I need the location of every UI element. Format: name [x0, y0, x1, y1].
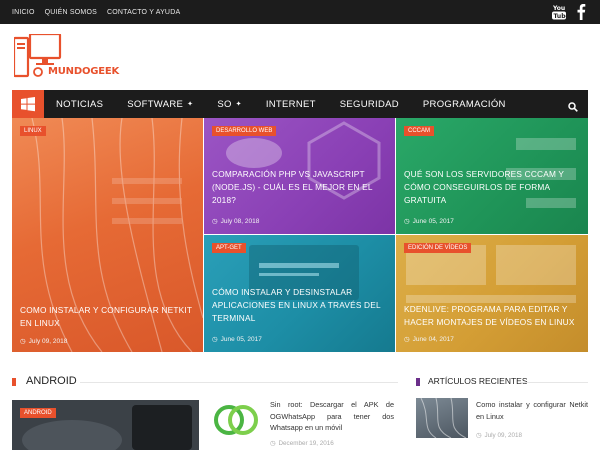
post-date: ◷ December 19, 2016	[270, 440, 334, 447]
post-title[interactable]: CÓMO INSTALAR Y DESINSTALAR APLICACIONES…	[212, 286, 387, 325]
nav-item-programacion[interactable]: PROGRAMACIÓN	[411, 90, 518, 118]
android-featured-post[interactable]: ANDROID	[12, 400, 199, 450]
recent-section-rule	[520, 382, 588, 383]
category-badge[interactable]: CCCAM	[404, 126, 434, 136]
nav-item-internet[interactable]: INTERNET	[254, 90, 328, 118]
facebook-icon[interactable]	[576, 3, 586, 20]
top-bar: INICIO QUIÉN SOMOS CONTACTO Y AYUDA You …	[0, 0, 600, 24]
clock-icon: ◷	[212, 336, 218, 343]
category-badge[interactable]: APT-GET	[212, 243, 246, 253]
youtube-icon[interactable]: You Tube	[552, 3, 566, 20]
featured-post-kdenlive[interactable]: EDICIÓN DE VÍDEOS KDENLIVE: PROGRAMA PAR…	[396, 235, 588, 352]
logo-text: MUNDOGEEK	[48, 66, 120, 77]
category-badge[interactable]: DESARROLLO WEB	[212, 126, 277, 136]
clock-icon: ◷	[212, 218, 218, 225]
android-section-title[interactable]: ANDROID	[26, 375, 77, 387]
featured-post-apt-get[interactable]: APT-GET CÓMO INSTALAR Y DESINSTALAR APLI…	[204, 235, 395, 352]
post-date: ◷ July 08, 2018	[212, 217, 260, 226]
featured-post-php-vs-js[interactable]: DESARROLLO WEB COMPARACIÓN PHP VS JAVASC…	[204, 118, 395, 234]
top-link-quien-somos[interactable]: QUIÉN SOMOS	[45, 9, 97, 16]
clock-icon: ◷	[270, 440, 276, 447]
featured-post-cccam[interactable]: CCCAM QUÉ SON LOS SERVIDORES CCCAM Y CÓM…	[396, 118, 588, 234]
nav-item-seguridad[interactable]: SEGURIDAD	[328, 90, 411, 118]
home-button[interactable]	[12, 90, 44, 118]
post-date: ◷ June 05, 2017	[212, 335, 262, 344]
main-nav: NOTICIAS SOFTWARE ✦ SO ✦ INTERNET SEGURIDA…	[12, 90, 588, 118]
top-links: INICIO QUIÉN SOMOS CONTACTO Y AYUDA	[12, 0, 180, 24]
post-date: ◷ July 09, 2018	[20, 337, 68, 346]
post-title[interactable]: COMPARACIÓN PHP VS JAVASCRIPT (NODE.JS) …	[212, 168, 387, 207]
post-title[interactable]: Sin root: Descargar el APK de OGWhatsApp…	[270, 399, 394, 434]
post-date: ◷ June 05, 2017	[404, 217, 454, 226]
top-link-inicio[interactable]: INICIO	[12, 9, 35, 16]
site-logo[interactable]: MUNDOGEEK	[12, 32, 124, 84]
clock-icon: ◷	[404, 218, 410, 225]
category-badge[interactable]: EDICIÓN DE VÍDEOS	[404, 243, 472, 253]
ogwhatsapp-thumbnail[interactable]	[209, 400, 263, 440]
android-section-marker	[12, 378, 16, 386]
featured-post-netkit[interactable]: LINUX COMO INSTALAR Y CONFIGURAR NETKIT …	[12, 118, 203, 352]
post-title[interactable]: COMO INSTALAR Y CONFIGURAR NETKIT EN LIN…	[20, 304, 195, 330]
post-title[interactable]: QUÉ SON LOS SERVIDORES CCCAM Y CÓMO CONS…	[404, 168, 580, 207]
clock-icon: ◷	[20, 338, 26, 345]
post-title[interactable]: KDENLIVE: PROGRAMA PARA EDITAR Y HACER M…	[404, 303, 580, 329]
svg-text:You: You	[552, 5, 565, 12]
post-title[interactable]: Como instalar y configurar Netkit en Lin…	[476, 399, 588, 422]
nav-item-so[interactable]: SO ✦	[205, 90, 254, 118]
svg-text:Tube: Tube	[554, 13, 567, 20]
nav-items: NOTICIAS SOFTWARE ✦ SO ✦ INTERNET SEGURIDA…	[44, 90, 518, 118]
submenu-plus-icon: ✦	[187, 101, 194, 108]
recent-section-title: ARTÍCULOS RECIENTES	[428, 376, 528, 386]
search-button[interactable]	[568, 99, 578, 117]
clock-icon: ◷	[404, 336, 410, 343]
social-links: You Tube	[552, 3, 586, 20]
nav-item-software[interactable]: SOFTWARE ✦	[115, 90, 205, 118]
netkit-thumbnail[interactable]	[416, 397, 468, 439]
category-badge[interactable]: LINUX	[20, 126, 46, 136]
clock-icon: ◷	[476, 432, 482, 439]
android-section-rule	[80, 382, 398, 383]
post-date: ◷ June 04, 2017	[404, 335, 454, 344]
search-icon	[568, 102, 578, 112]
windows-icon	[21, 97, 35, 112]
category-badge[interactable]: ANDROID	[20, 408, 56, 418]
submenu-plus-icon: ✦	[235, 101, 242, 108]
post-date: ◷ July 09, 2018	[476, 432, 522, 439]
whatsapp-logo-icon	[214, 405, 258, 435]
featured-grid: LINUX COMO INSTALAR Y CONFIGURAR NETKIT …	[12, 118, 588, 352]
nav-item-noticias[interactable]: NOTICIAS	[44, 90, 115, 118]
recent-section-marker	[416, 378, 420, 386]
top-link-contacto[interactable]: CONTACTO Y AYUDA	[107, 9, 180, 16]
